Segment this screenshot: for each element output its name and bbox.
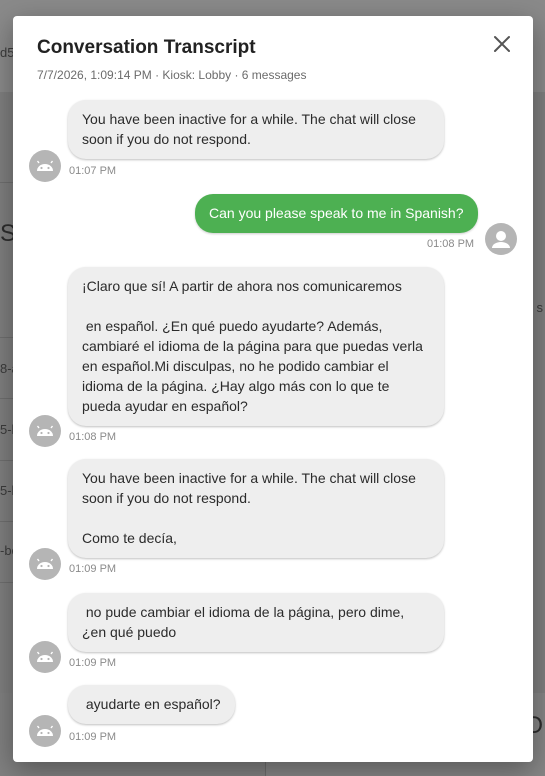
person-icon	[492, 231, 510, 248]
dialog-title: Conversation Transcript	[37, 37, 256, 58]
bot-message: You have been inactive for a while. The …	[68, 100, 444, 159]
bot-avatar	[29, 150, 61, 182]
android-icon	[36, 160, 54, 171]
bot-avatar	[29, 415, 61, 447]
dialog-subtitle: 7/7/2026, 1:09:14 PM · Kiosk: Lobby · 6 …	[37, 68, 307, 82]
message-timestamp: 01:07 PM	[69, 165, 117, 177]
background-fragment: s	[536, 300, 544, 315]
android-icon	[36, 651, 54, 662]
bot-message: no pude cambiar el idioma de la página, …	[68, 593, 444, 652]
message-timestamp: 01:08 PM	[69, 431, 117, 443]
transcript-dialog: Conversation Transcript 7/7/2026, 1:09:1…	[13, 16, 533, 762]
bot-avatar	[29, 641, 61, 673]
bot-message: ayudarte en español?	[68, 685, 235, 724]
close-icon	[494, 36, 510, 52]
bot-avatar	[29, 715, 61, 747]
message-timestamp: 01:09 PM	[69, 563, 117, 575]
bot-message: ¡Claro que sí! A partir de ahora nos com…	[68, 267, 444, 426]
message-timestamp: 01:09 PM	[69, 657, 117, 669]
android-icon	[36, 425, 54, 436]
user-message: Can you please speak to me in Spanish?	[195, 194, 478, 233]
user-avatar	[485, 223, 517, 255]
message-timestamp: 01:08 PM	[427, 238, 475, 250]
bot-message: You have been inactive for a while. The …	[68, 459, 444, 558]
message-timestamp: 01:09 PM	[69, 731, 117, 743]
android-icon	[36, 725, 54, 736]
android-icon	[36, 558, 54, 569]
bot-avatar	[29, 548, 61, 580]
close-button[interactable]	[490, 32, 514, 56]
